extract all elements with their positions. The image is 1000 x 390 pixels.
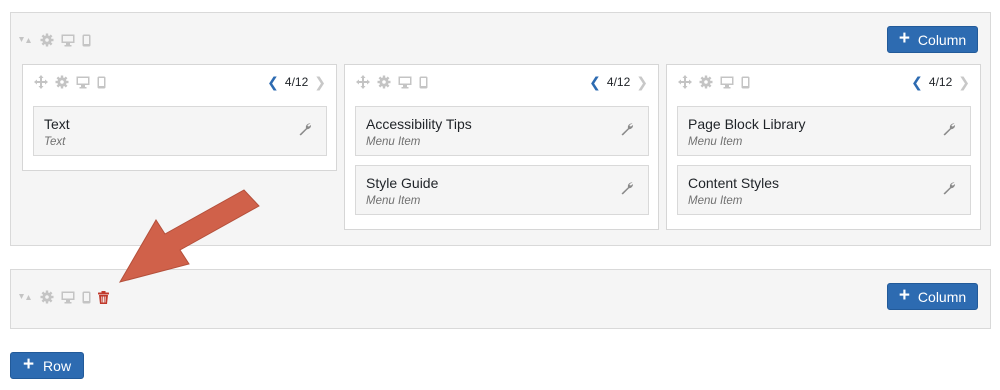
column-width-control: ❮ 4/12 ❯	[911, 75, 970, 89]
mobile-icon[interactable]	[419, 76, 428, 89]
column-width-control: ❮ 4/12 ❯	[267, 75, 326, 89]
move-icon[interactable]	[678, 75, 692, 89]
move-icon[interactable]	[34, 75, 48, 89]
add-column-label: Column	[917, 288, 967, 305]
collapse-icon[interactable]	[19, 36, 33, 44]
block-title: Content Styles	[688, 175, 780, 191]
add-row-label: Row	[43, 357, 72, 374]
chevron-left-icon[interactable]: ❮	[911, 75, 923, 89]
column-2: ❮ 4/12 ❯ Accessibility Tips Menu Item St…	[344, 64, 659, 230]
chevron-left-icon[interactable]: ❮	[589, 75, 601, 89]
layout-row-2: + Column	[10, 269, 991, 329]
block-title: Style Guide	[366, 175, 439, 191]
column-width-value: 4/12	[606, 75, 631, 89]
desktop-icon[interactable]	[398, 76, 412, 89]
chevron-right-icon[interactable]: ❯	[314, 75, 326, 89]
column-width-value: 4/12	[284, 75, 309, 89]
row-toolbar	[19, 33, 91, 47]
column-toolbar	[34, 75, 106, 89]
wrench-icon[interactable]	[942, 181, 956, 195]
block-title: Text	[44, 116, 70, 132]
block-title: Accessibility Tips	[366, 116, 472, 132]
column-width-control: ❮ 4/12 ❯	[589, 75, 648, 89]
block-item[interactable]: Text Text	[33, 106, 327, 156]
chevron-left-icon[interactable]: ❮	[267, 75, 279, 89]
add-column-button[interactable]: + Column	[887, 26, 978, 53]
block-type: Menu Item	[688, 136, 743, 148]
gear-icon[interactable]	[377, 75, 391, 89]
wrench-icon[interactable]	[620, 181, 634, 195]
column-3: ❮ 4/12 ❯ Page Block Library Menu Item Co…	[666, 64, 981, 230]
gear-icon[interactable]	[699, 75, 713, 89]
wrench-icon[interactable]	[298, 122, 312, 136]
block-type: Text	[44, 136, 66, 148]
gear-icon[interactable]	[40, 33, 54, 47]
plus-icon: +	[898, 28, 910, 49]
wrench-icon[interactable]	[942, 122, 956, 136]
block-item[interactable]: Style Guide Menu Item	[355, 165, 649, 215]
desktop-icon[interactable]	[61, 291, 75, 304]
add-column-button[interactable]: + Column	[887, 283, 978, 310]
block-type: Menu Item	[688, 195, 743, 207]
wrench-icon[interactable]	[620, 122, 634, 136]
block-title: Page Block Library	[688, 116, 806, 132]
gear-icon[interactable]	[55, 75, 69, 89]
block-item[interactable]: Accessibility Tips Menu Item	[355, 106, 649, 156]
chevron-right-icon[interactable]: ❯	[636, 75, 648, 89]
plus-icon: +	[898, 285, 910, 306]
mobile-icon[interactable]	[82, 291, 91, 304]
desktop-icon[interactable]	[720, 76, 734, 89]
add-column-label: Column	[917, 31, 967, 48]
move-icon[interactable]	[356, 75, 370, 89]
block-type: Menu Item	[366, 136, 421, 148]
column-toolbar	[678, 75, 750, 89]
column-width-value: 4/12	[928, 75, 953, 89]
block-item[interactable]: Content Styles Menu Item	[677, 165, 971, 215]
block-item[interactable]: Page Block Library Menu Item	[677, 106, 971, 156]
desktop-icon[interactable]	[76, 76, 90, 89]
column-toolbar	[356, 75, 428, 89]
row-toolbar	[19, 290, 109, 304]
add-row-button[interactable]: + Row	[10, 352, 84, 379]
plus-icon: +	[22, 354, 35, 375]
desktop-icon[interactable]	[61, 34, 75, 47]
column-1: ❮ 4/12 ❯ Text Text	[22, 64, 337, 171]
mobile-icon[interactable]	[97, 76, 106, 89]
mobile-icon[interactable]	[82, 34, 91, 47]
gear-icon[interactable]	[40, 290, 54, 304]
trash-icon[interactable]	[98, 290, 109, 304]
chevron-right-icon[interactable]: ❯	[958, 75, 970, 89]
block-type: Menu Item	[366, 195, 421, 207]
collapse-icon[interactable]	[19, 293, 33, 301]
mobile-icon[interactable]	[741, 76, 750, 89]
layout-row-1: + Column ❮ 4/12 ❯ Text Text ❮ 4/12 ❯ Acc…	[10, 12, 991, 246]
